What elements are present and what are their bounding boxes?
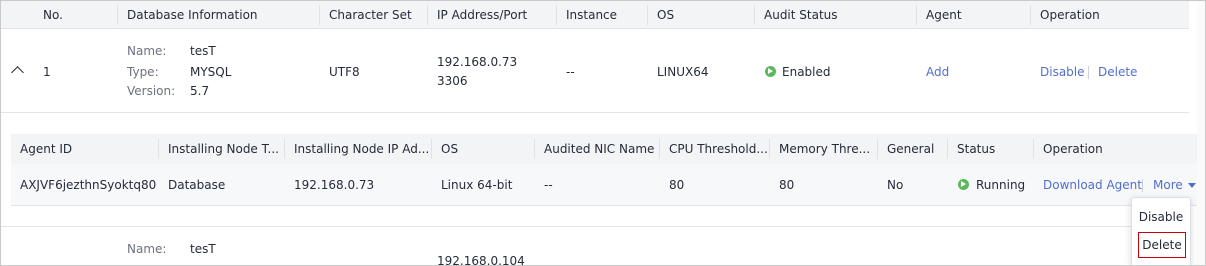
running-status-icon [958,179,969,190]
download-agent-link[interactable]: Download Agent [1043,178,1142,192]
add-agent-link[interactable]: Add [926,65,949,79]
agent-subtable: Agent ID Installing Node T... Installing… [11,134,1197,206]
agent-table-header: Agent ID Installing Node T... Installing… [11,134,1197,164]
instance: -- [566,65,575,79]
col-header-agent-id: Agent ID [20,142,73,156]
delete-link[interactable]: Delete [1098,65,1137,79]
disable-link[interactable]: Disable [1040,65,1085,79]
os: LINUX64 [657,65,709,79]
ip-address: 192.168.0.73 [437,55,518,69]
table-row: Name: tesT 192.168.0.104 [1,226,1189,266]
general: No [887,178,904,192]
db-type: MYSQL [190,65,232,79]
audited-nic: -- [544,178,553,192]
port: 3306 [437,74,468,88]
db-name: tesT [190,242,216,256]
agent-id: AXJVF6jezthnSyoktq80 [20,178,157,192]
collapse-chevron-icon[interactable] [11,66,24,79]
version-label: Version: [127,84,176,98]
menu-item-disable[interactable]: Disable [1132,204,1190,230]
more-label: More [1153,178,1183,192]
col-header-cpu-threshold: CPU Threshold... [669,142,768,156]
col-header-instance: Instance [566,8,618,22]
col-header-ip-address-port: IP Address/Port [437,8,528,22]
table-row: 1 Name: tesT Type: MYSQL Version: 5.7 UT… [1,29,1189,113]
agent-os: Linux 64-bit [441,178,513,192]
ip-address: 192.168.0.104 [437,254,525,266]
character-set: UTF8 [329,65,360,79]
db-name: tesT [190,44,216,58]
col-header-audited-nic-name: Audited NIC Name [544,142,655,156]
col-header-os: OS [657,8,675,22]
audit-status: Enabled [782,65,831,79]
name-label: Name: [127,242,167,256]
menu-item-delete[interactable]: Delete [1138,232,1186,258]
caret-down-icon [1187,183,1196,188]
more-dropdown-menu: Disable Delete [1131,197,1191,265]
row-number: 1 [43,65,51,79]
col-header-no: No. [43,8,63,22]
col-header-installing-node-type: Installing Node T... [168,142,279,156]
memory-threshold: 80 [779,178,795,192]
col-header-status: Status [957,142,996,156]
col-header-installing-node-ip: Installing Node IP Ad... [294,142,430,156]
col-header-database-information: Database Information [127,8,258,22]
type-label: Type: [127,65,159,79]
col-header-audit-status: Audit Status [764,8,838,22]
cpu-threshold: 80 [669,178,685,192]
agent-status: Running [976,178,1026,192]
node-ip: 192.168.0.73 [294,178,375,192]
database-list-panel: No. Database Information Character Set I… [0,0,1206,266]
col-header-operation: Operation [1040,8,1100,22]
col-header-general: General [887,142,935,156]
name-label: Name: [127,44,167,58]
col-header-agent: Agent [926,8,962,22]
col-header-agent-operation: Operation [1043,142,1103,156]
enabled-status-icon [765,66,776,77]
main-table-header: No. Database Information Character Set I… [1,1,1189,29]
db-version: 5.7 [190,84,210,98]
agent-table-row: AXJVF6jezthnSyoktq80 Database 192.168.0.… [11,164,1197,206]
col-header-agent-os: OS [441,142,459,156]
node-type: Database [168,178,226,192]
more-dropdown-trigger[interactable]: More [1153,178,1196,192]
col-header-memory-threshold: Memory Thre... [779,142,871,156]
col-header-character-set: Character Set [329,8,412,22]
vertical-scrollbar[interactable] [1197,1,1205,265]
